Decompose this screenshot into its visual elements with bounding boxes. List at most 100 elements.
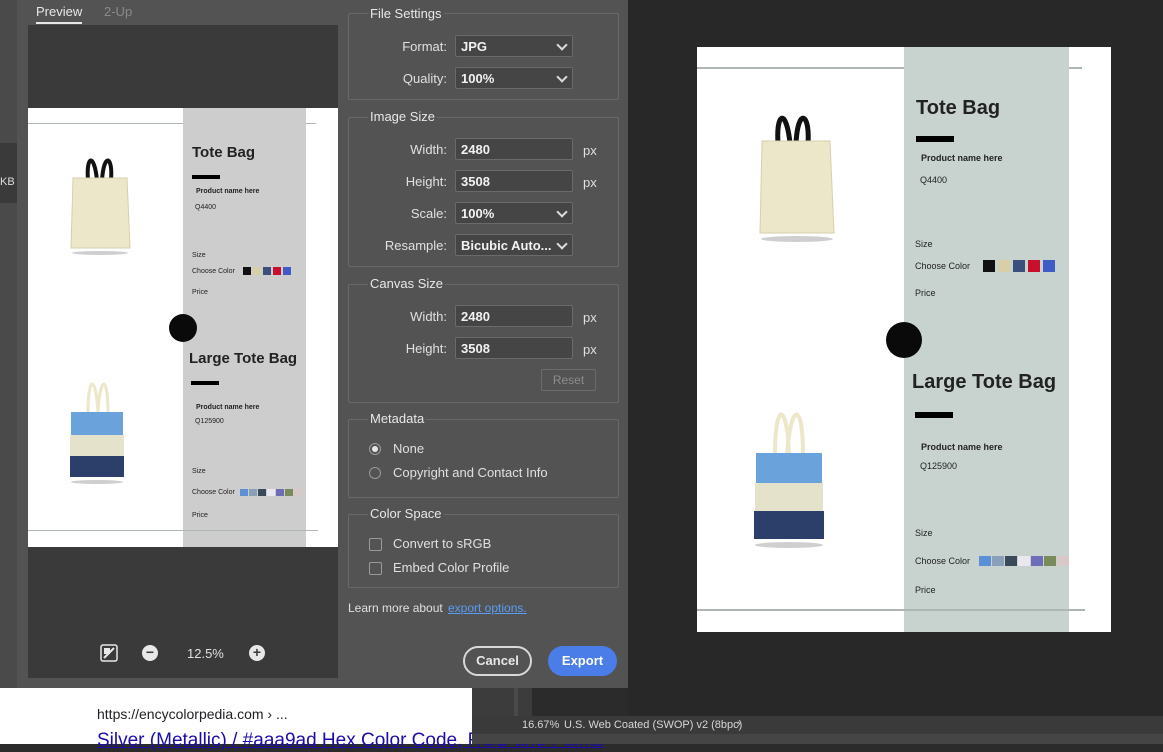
section-title: Canvas Size xyxy=(368,276,445,291)
color-swatch xyxy=(249,489,257,496)
canvas-height-input[interactable]: 3508 xyxy=(455,337,573,359)
metadata-copyright-label[interactable]: Copyright and Contact Info xyxy=(393,465,548,480)
color-swatches xyxy=(240,489,302,496)
color-swatch xyxy=(1013,260,1025,272)
size-label: Size xyxy=(192,252,206,259)
price-label: Price xyxy=(192,512,208,519)
preview-zoom-level: 12.5% xyxy=(187,646,224,661)
scale-value: 100% xyxy=(461,206,495,221)
scale-select[interactable]: 100% xyxy=(455,202,573,224)
resample-value: Bicubic Auto... xyxy=(461,238,552,253)
height-label: Height: xyxy=(405,341,447,356)
canvas-width-value: 2480 xyxy=(461,309,490,324)
size-label: Size xyxy=(192,468,206,475)
choose-color-label: Choose Color xyxy=(192,268,235,275)
color-swatch xyxy=(294,489,302,496)
quality-label: Quality: xyxy=(402,71,447,86)
black-dot-marker xyxy=(886,322,922,358)
learn-more-text: Learn more about xyxy=(348,601,443,615)
unit-label: px xyxy=(583,143,597,158)
image-width-value: 2480 xyxy=(461,142,490,157)
tab-2-up[interactable]: 2-Up xyxy=(104,4,132,19)
color-swatch xyxy=(253,267,261,275)
color-swatch xyxy=(276,489,284,496)
zoom-in-icon[interactable]: + xyxy=(249,645,265,661)
cancel-button[interactable]: Cancel xyxy=(463,646,532,676)
color-swatch xyxy=(1005,556,1017,566)
product-name: Product name here xyxy=(196,404,260,411)
section-title: Image Size xyxy=(368,109,438,124)
divider xyxy=(28,530,318,531)
embed-profile-label[interactable]: Embed Color Profile xyxy=(393,560,509,575)
product-title: Tote Bag xyxy=(192,144,256,161)
tote-bag-image xyxy=(70,158,131,255)
choose-color-label: Choose Color xyxy=(192,489,235,496)
metadata-none-label[interactable]: None xyxy=(393,441,424,456)
image-height-value: 3508 xyxy=(461,174,490,189)
metadata-none-radio[interactable] xyxy=(369,443,381,455)
color-swatch xyxy=(283,267,291,275)
image-height-input[interactable]: 3508 xyxy=(455,170,573,192)
status-bar-bottom xyxy=(472,734,1163,744)
large-tote-bag-image xyxy=(754,412,824,548)
height-label: Height: xyxy=(405,174,447,189)
search-result-url[interactable]: https://encycolorpedia.com › ... xyxy=(97,706,288,722)
section-title: Metadata xyxy=(368,411,427,426)
status-zoom[interactable]: 16.67% xyxy=(522,719,559,731)
color-swatch xyxy=(263,267,271,275)
left-strip xyxy=(0,0,17,688)
left-strip-item xyxy=(0,143,17,203)
color-swatch xyxy=(998,260,1010,272)
color-space-section xyxy=(348,514,619,588)
color-swatch xyxy=(285,489,293,496)
unit-label: px xyxy=(583,175,597,190)
export-options-link[interactable]: export options. xyxy=(448,601,527,615)
chevron-right-icon[interactable]: › xyxy=(737,718,741,730)
image-width-input[interactable]: 2480 xyxy=(455,138,573,160)
width-label: Width: xyxy=(410,309,447,324)
preview-image: Tote Bag Product name here Q4400 Size Ch… xyxy=(28,108,338,547)
product-panel xyxy=(183,108,306,547)
color-swatch xyxy=(1057,556,1069,566)
tab-preview[interactable]: Preview xyxy=(36,4,83,24)
color-swatch xyxy=(1028,260,1040,272)
color-swatch xyxy=(992,556,1004,566)
zoom-out-icon[interactable]: − xyxy=(142,645,158,661)
preview-area[interactable]: Tote Bag Product name here Q4400 Size Ch… xyxy=(28,25,338,678)
product-code: Q4400 xyxy=(920,175,948,185)
color-swatch xyxy=(267,489,275,496)
metadata-copyright-radio[interactable] xyxy=(369,467,381,479)
color-swatch xyxy=(1043,260,1055,272)
quality-select[interactable]: 100% xyxy=(455,67,573,89)
color-swatches xyxy=(979,556,1069,566)
color-swatch xyxy=(1031,556,1043,566)
product-name: Product name here xyxy=(196,188,260,195)
product-code: Q125900 xyxy=(195,418,224,425)
status-bar: 16.67% U.S. Web Coated (SWOP) v2 (8bpc) … xyxy=(472,716,1163,734)
title-underline xyxy=(191,381,219,385)
size-label: Size xyxy=(915,239,933,249)
color-swatch xyxy=(243,267,251,275)
resample-label: Resample: xyxy=(384,238,447,253)
choose-color-label: Choose Color xyxy=(915,556,971,566)
format-label: Format: xyxy=(402,39,447,54)
price-label: Price xyxy=(192,289,208,296)
resample-select[interactable]: Bicubic Auto... xyxy=(455,234,573,256)
product-code: Q4400 xyxy=(195,204,217,211)
fit-to-view-icon[interactable] xyxy=(100,644,118,662)
status-color-profile[interactable]: U.S. Web Coated (SWOP) v2 (8bpc) xyxy=(564,719,742,731)
unit-label: px xyxy=(583,342,597,357)
reset-button[interactable]: Reset xyxy=(541,369,596,391)
convert-srgb-label[interactable]: Convert to sRGB xyxy=(393,536,491,551)
canvas-width-input[interactable]: 2480 xyxy=(455,305,573,327)
price-label: Price xyxy=(915,288,936,298)
file-size-text: KB xyxy=(0,176,15,188)
embed-profile-checkbox[interactable] xyxy=(369,562,382,575)
product-code: Q125900 xyxy=(920,461,958,471)
document-canvas[interactable]: Tote Bag Product name here Q4400 Size Ch… xyxy=(697,47,1111,632)
format-select[interactable]: JPG xyxy=(455,35,573,57)
export-button[interactable]: Export xyxy=(548,646,617,676)
convert-srgb-checkbox[interactable] xyxy=(369,538,382,551)
section-title: Color Space xyxy=(368,506,444,521)
unit-label: px xyxy=(583,310,597,325)
